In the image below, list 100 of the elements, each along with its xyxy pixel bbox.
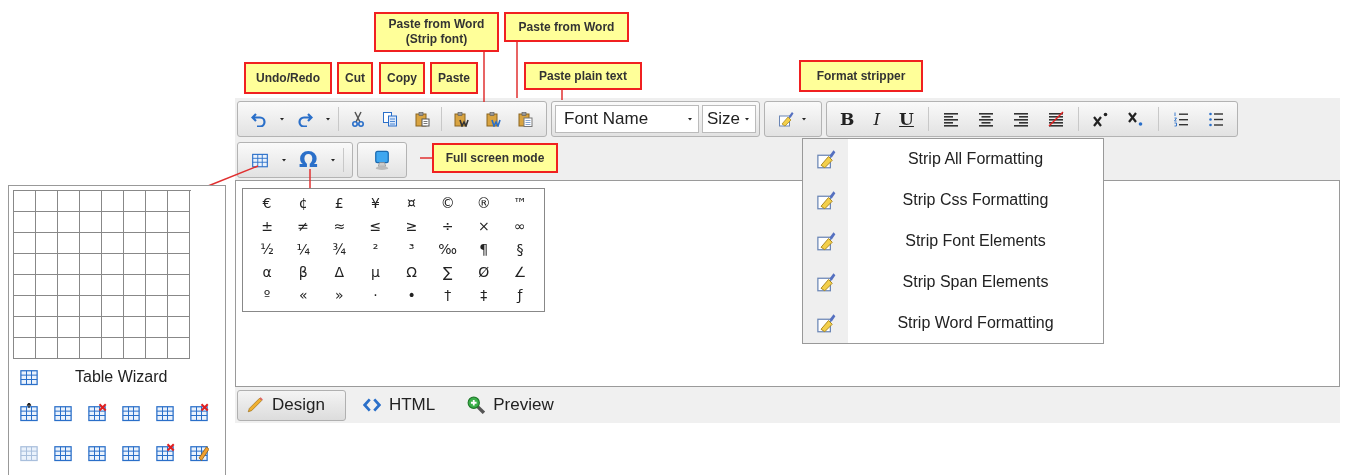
brush-icon [815,312,836,333]
grid-cell[interactable] [168,275,190,296]
grid-cell[interactable] [124,296,146,317]
grid-cell[interactable] [168,317,190,338]
grid-cell[interactable] [102,275,124,296]
scissors-icon [350,110,366,127]
grid-cell[interactable] [36,254,58,275]
grid-cell[interactable] [80,254,102,275]
grid-cell[interactable] [102,338,124,359]
menu-item[interactable]: Strip Word Formatting [803,302,1103,343]
grid-cell[interactable] [168,233,190,254]
grid-cell[interactable] [14,191,36,212]
grid-cell[interactable] [146,254,168,275]
grid-cell[interactable] [58,233,80,254]
grid-cell[interactable] [146,296,168,317]
brush-icon [815,231,836,251]
grid-cell[interactable] [102,212,124,233]
table-arrow-icon [19,403,39,423]
grid-cell[interactable] [146,191,168,212]
grid-cell[interactable] [58,296,80,317]
grid-cell[interactable] [14,296,36,317]
leader-line [309,168,311,190]
clipboard-icon [485,110,501,127]
callout-label: Paste plain text [524,62,642,90]
grid-cell[interactable] [168,212,190,233]
grid-cell[interactable] [146,233,168,254]
clipboard-icon [414,110,430,127]
subscript-icon [1127,110,1144,127]
grid-cell[interactable] [58,212,80,233]
grid-cell[interactable] [36,233,58,254]
menu-item[interactable]: Strip All Formatting [803,139,1103,180]
grid-cell[interactable] [36,338,58,359]
grid-cell[interactable] [58,191,80,212]
callout-label: Undo/Redo [244,62,332,94]
grid-cell[interactable] [124,233,146,254]
table-wizard-item[interactable]: Table Wizard [13,359,221,387]
grid-cell[interactable] [36,191,58,212]
clipboard-icon [453,110,469,127]
grid-cell[interactable] [168,254,190,275]
grid-cell[interactable] [146,317,168,338]
grid-cell[interactable] [124,317,146,338]
grid-cell[interactable] [80,233,102,254]
table-icon [53,443,73,463]
leader-line [207,165,259,187]
grid-cell[interactable] [36,212,58,233]
grid-cell[interactable] [80,296,102,317]
callout-label: Copy [379,62,425,94]
font-name-dropdown[interactable]: Font Name [555,104,699,133]
superscript-icon [1092,110,1109,127]
grid-cell[interactable] [168,338,190,359]
grid-cell[interactable] [168,191,190,212]
grid-cell[interactable] [58,275,80,296]
grid-cell[interactable] [146,275,168,296]
grid-cell[interactable] [102,317,124,338]
grid-cell[interactable] [102,233,124,254]
italic-button[interactable]: I [868,104,886,133]
grid-cell[interactable] [102,296,124,317]
grid-cell[interactable] [124,254,146,275]
menu-item[interactable]: Strip Span Elements [803,261,1103,303]
grid-cell[interactable] [14,212,36,233]
grid-cell[interactable] [36,317,58,338]
grid-cell[interactable] [168,296,190,317]
view-tab[interactable]: Design [237,389,346,421]
grid-cell[interactable] [58,317,80,338]
grid-cell[interactable] [124,275,146,296]
grid-cell[interactable] [146,338,168,359]
grid-cell[interactable] [58,254,80,275]
table-icon [121,443,141,463]
grid-cell[interactable] [124,338,146,359]
grid-cell[interactable] [80,317,102,338]
grid-cell[interactable] [14,317,36,338]
bold-button[interactable]: B [835,104,860,133]
grid-cell[interactable] [14,338,36,359]
grid-cell[interactable] [102,254,124,275]
lines-slash-icon [1047,110,1064,127]
bullet-list-icon [1207,110,1224,127]
callout-label: Cut [337,62,373,94]
font-size-dropdown[interactable]: Size [702,104,756,133]
grid-cell[interactable] [102,191,124,212]
grid-cell[interactable] [58,338,80,359]
grid-cell[interactable] [146,212,168,233]
grid-cell[interactable] [36,296,58,317]
grid-cell[interactable] [80,275,102,296]
menu-item[interactable]: Strip Css Formatting [803,179,1103,221]
grid-cell[interactable] [124,191,146,212]
grid-cell[interactable] [80,191,102,212]
grid-cell[interactable] [14,233,36,254]
underline-button[interactable]: U [894,104,919,133]
special-characters-button[interactable]: Ω [294,145,323,174]
pencil-icon [246,396,264,414]
grid-cell[interactable] [80,212,102,233]
grid-cell[interactable] [124,212,146,233]
view-tab[interactable]: Preview [458,389,569,421]
leader-line [419,157,433,159]
grid-cell[interactable] [80,338,102,359]
grid-cell[interactable] [14,275,36,296]
menu-item[interactable]: Strip Font Elements [803,220,1103,262]
grid-cell[interactable] [36,275,58,296]
view-tab[interactable]: HTML [353,389,451,421]
grid-cell[interactable] [14,254,36,275]
